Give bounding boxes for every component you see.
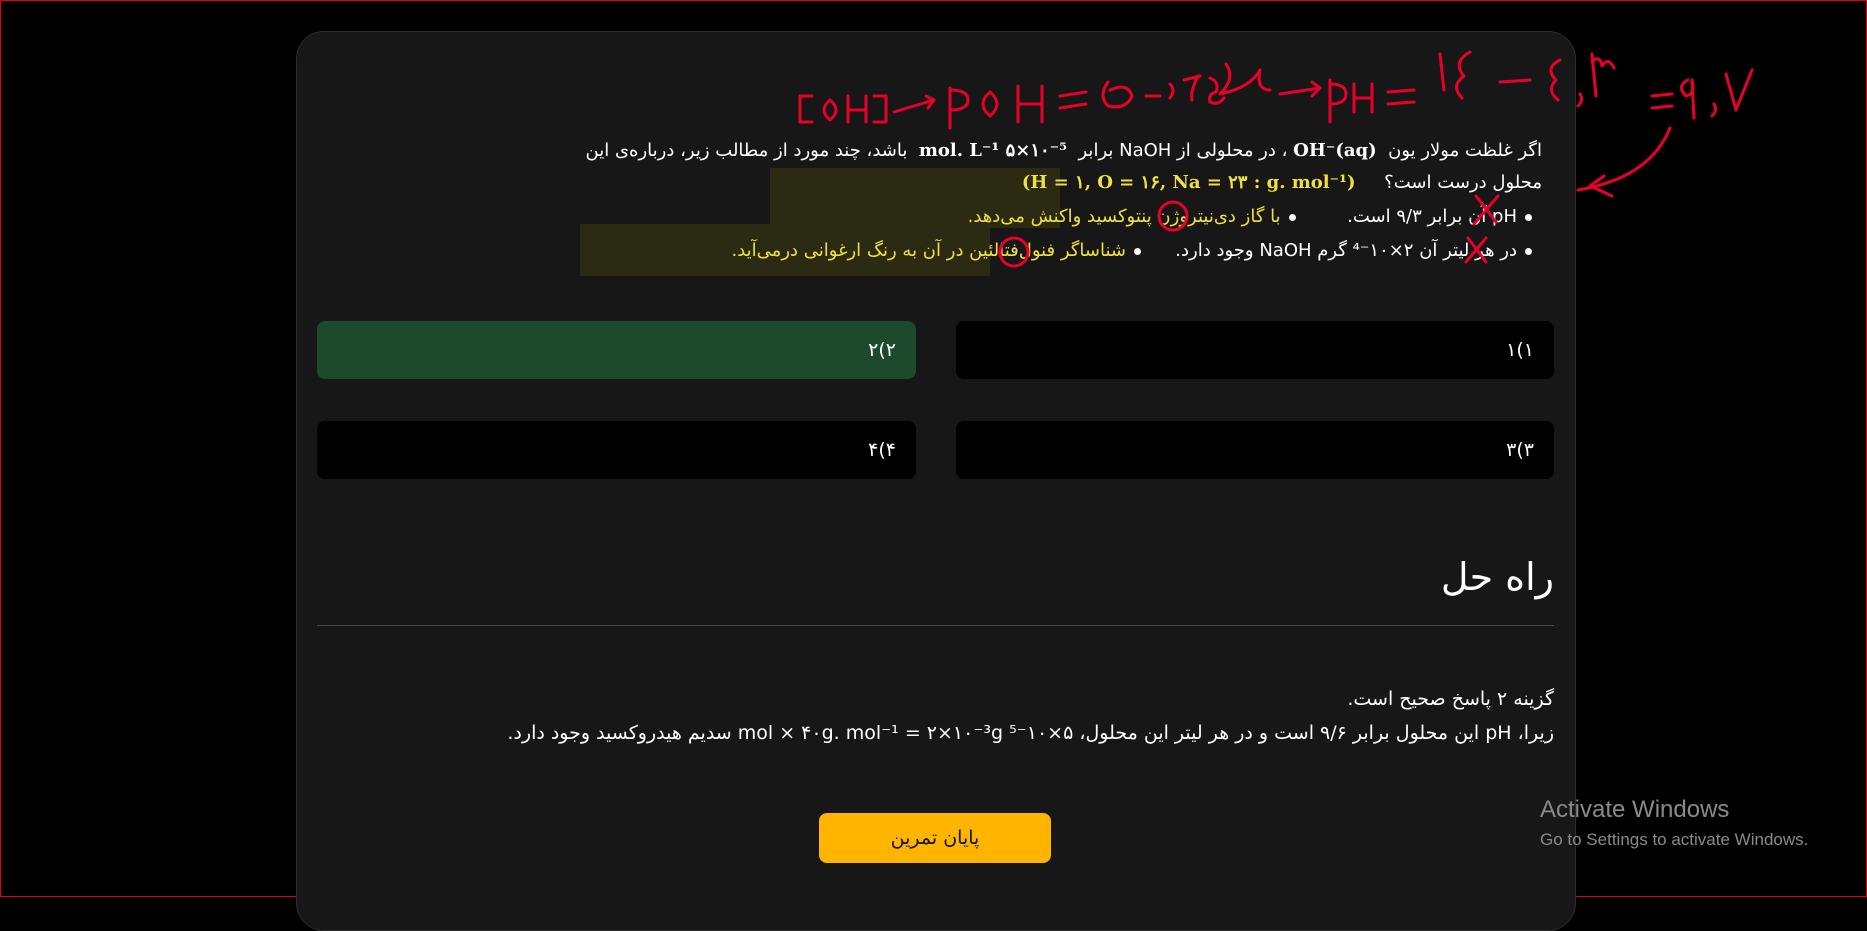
question-text: ، در محلولی از NaOH برابر bbox=[1078, 140, 1288, 161]
statement-text: pH آن برابر ۹/۳ است. bbox=[1347, 206, 1517, 227]
bullet-icon bbox=[1525, 213, 1532, 221]
question-line-1: اگر غلظت مولار یون OH⁻(aq) ، در محلولی ا… bbox=[586, 140, 1542, 161]
handwritten-3 bbox=[1590, 52, 1616, 98]
handwritten-equals-3 bbox=[1650, 92, 1674, 110]
handwritten-9 bbox=[1680, 78, 1696, 120]
statement-1: pH آن برابر ۹/۳ است. با گاز دی‌نیتروژن پ… bbox=[968, 206, 1532, 227]
option-1[interactable]: ۱)۱ bbox=[956, 321, 1554, 379]
option-3[interactable]: ۳)۳ bbox=[956, 421, 1554, 479]
solution-title: راه حل bbox=[1440, 555, 1554, 599]
handwritten-comma-1 bbox=[1576, 92, 1584, 108]
question-text: اگر غلظت مولار یون bbox=[1388, 140, 1542, 161]
question-line-2: محلول درست است؟ (H = ۱, O = ۱۶, Na = ۲۳ … bbox=[1022, 172, 1542, 193]
bullet-icon bbox=[1133, 247, 1141, 255]
concentration-value: mol. L⁻¹ ۵×۱۰⁻⁵ bbox=[918, 140, 1068, 161]
molar-masses: (H = ۱, O = ۱۶, Na = ۲۳ : g. mol⁻¹) bbox=[1021, 172, 1356, 193]
statement-text: با گاز دی‌نیتروژن پنتوکسید واکنش می‌دهد. bbox=[967, 206, 1281, 227]
handwritten-comma-2 bbox=[1710, 102, 1718, 118]
bullet-icon bbox=[1525, 247, 1532, 255]
statement-text: شناساگر فنول‌فتالئین در آن به رنگ ارغوان… bbox=[731, 240, 1126, 261]
solution-line-2: زیرا، pH این محلول برابر ۹/۶ است و در هر… bbox=[507, 722, 1554, 744]
option-label: ۲)۲ bbox=[868, 339, 896, 361]
option-label: ۳)۳ bbox=[1506, 439, 1534, 461]
option-4[interactable]: ۴)۴ bbox=[317, 421, 916, 479]
solution-line-1: گزینه ۲ پاسخ صحیح است. bbox=[1347, 688, 1554, 710]
handwritten-7 bbox=[1724, 68, 1754, 112]
divider bbox=[317, 625, 1554, 626]
handwritten-arrow-3 bbox=[1576, 126, 1672, 198]
question-card bbox=[296, 31, 1576, 931]
activate-windows-title: Activate Windows bbox=[1540, 796, 1730, 823]
activate-windows-subtitle: Go to Settings to activate Windows. bbox=[1540, 830, 1809, 849]
finish-exercise-button[interactable]: پایان تمرین bbox=[819, 813, 1051, 863]
option-2[interactable]: ۲)۲ bbox=[317, 321, 916, 379]
option-label: ۴)۴ bbox=[868, 439, 896, 461]
ion-formula: OH⁻(aq) bbox=[1293, 140, 1377, 161]
bullet-icon bbox=[1288, 213, 1296, 221]
statement-2: در هر لیتر آن ۲×۱۰⁻⁴ گرم NaOH وجود دارد.… bbox=[731, 240, 1532, 261]
option-label: ۱)۱ bbox=[1506, 339, 1534, 361]
question-text: محلول درست است؟ bbox=[1384, 172, 1542, 193]
question-text: باشد، چند مورد از مطالب زیر، درباره‌ی ای… bbox=[585, 140, 908, 161]
statement-text: در هر لیتر آن ۲×۱۰⁻⁴ گرم NaOH وجود دارد. bbox=[1175, 240, 1517, 261]
